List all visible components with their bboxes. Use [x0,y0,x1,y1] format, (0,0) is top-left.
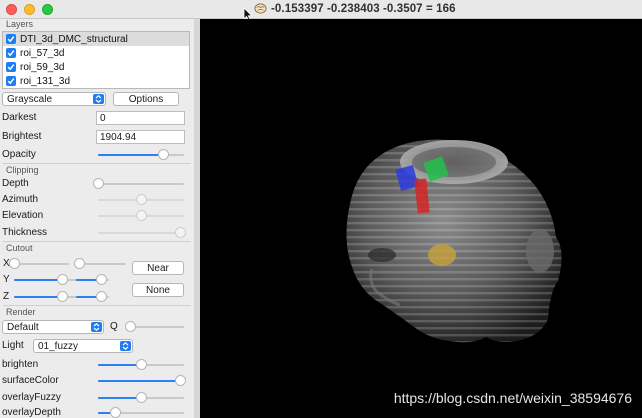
layer-row[interactable]: roi_57_3d [3,46,189,60]
checkmark-icon [7,50,15,57]
depth-slider[interactable] [93,178,184,189]
quality-slider[interactable] [125,321,184,332]
minimize-window-button[interactable] [24,4,35,15]
opacity-slider[interactable] [98,149,184,160]
layer-row[interactable]: DTI_3d_DMC_structural [3,32,189,46]
cutout-x-low-knob[interactable] [9,258,20,269]
cutout-y-high-knob[interactable] [96,274,107,285]
azimuth-label: Azimuth [2,194,39,205]
cutout-z-high-slider[interactable] [76,291,126,302]
cutout-z-label: Z [3,291,10,302]
surface-color-slider-knob[interactable] [175,375,186,386]
layer-label: roi_59_3d [20,61,65,73]
overlay-fuzzy-slider-knob[interactable] [136,392,147,403]
elevation-slider-knob[interactable] [136,210,147,221]
near-button[interactable]: Near [132,261,184,275]
quality-slider-knob[interactable] [125,321,136,332]
layer-visibility-checkbox[interactable] [6,34,16,44]
volume-render-view[interactable]: https://blog.csdn.net/weixin_38594676 [200,19,642,418]
control-panel: Layers DTI_3d_DMC_structural roi_57_3droi… [0,19,194,418]
brightest-field[interactable]: 1904.94 [96,130,185,144]
chevron-updown-icon [91,322,102,332]
layers-section-label: Layers [6,19,34,29]
layer-label: roi_131_3d [20,75,71,87]
overlay-depth-slider[interactable] [98,407,184,418]
checkmark-icon [7,36,15,43]
brighten-slider-knob[interactable] [136,359,147,370]
window-title-wrap: -0.153397 -0.238403 -0.3507 = 166 [254,2,456,15]
light-value: 01_fuzzy [38,340,79,352]
cutout-x-low-slider[interactable] [9,258,69,269]
light-label: Light [2,340,24,351]
elevation-label: Elevation [2,210,44,221]
brighten-label: brighten [2,359,39,370]
elevation-slider[interactable] [98,210,184,221]
chevron-updown-icon [120,341,131,351]
checkmark-icon [7,78,15,85]
overlay-depth-slider-knob[interactable] [110,407,121,418]
none-button[interactable]: None [132,283,184,297]
close-window-button[interactable] [6,4,17,15]
colormap-value: Grayscale [7,93,53,105]
layer-label: DTI_3d_DMC_structural [20,33,128,45]
head-volume-render [346,139,562,343]
overlay-depth-label: overlayDepth [2,407,61,418]
light-select[interactable]: 01_fuzzy [33,339,133,353]
opacity-label: Opacity [2,149,36,160]
render-section-label: Render [6,307,36,317]
chevron-updown-icon [93,94,104,104]
azimuth-slider[interactable] [98,194,184,205]
cutout-z-low-knob[interactable] [57,291,68,302]
cutout-y-label: Y [3,274,10,285]
layer-visibility-checkbox[interactable] [6,76,16,86]
cutout-x-high-knob[interactable] [74,258,85,269]
divider [3,305,191,306]
cutout-section-label: Cutout [6,243,33,253]
layers-list[interactable]: DTI_3d_DMC_structural roi_57_3d roi_59_3dr… [2,31,190,89]
divider [3,163,191,164]
cutout-z-high-knob[interactable] [96,291,107,302]
cutout-y-high-slider[interactable] [76,274,126,285]
depth-slider-knob[interactable] [93,178,104,189]
layer-row[interactable]: roi_59_3d [3,60,189,74]
render-mode-value: Default [7,321,39,333]
window-title: -0.153397 -0.238403 -0.3507 = 166 [271,2,456,15]
cutout-y-low-knob[interactable] [57,274,68,285]
layer-visibility-checkbox[interactable] [6,48,16,58]
options-button[interactable]: Options [113,92,179,106]
title-bar: -0.153397 -0.238403 -0.3507 = 166 [0,0,642,19]
overlay-fuzzy-slider[interactable] [98,392,184,403]
opacity-slider-knob[interactable] [158,149,169,160]
cutout-x-high-slider[interactable] [74,258,126,269]
brightest-label: Brightest [2,131,42,142]
surface-color-label: surfaceColor [2,375,59,386]
thickness-slider[interactable] [98,227,186,238]
darkest-label: Darkest [2,112,37,123]
thickness-label: Thickness [2,227,48,238]
surface-color-slider[interactable] [98,375,186,386]
clipping-section-label: Clipping [6,165,39,175]
watermark-text: https://blog.csdn.net/weixin_38594676 [393,390,632,406]
colormap-select[interactable]: Grayscale [2,92,106,106]
brighten-slider[interactable] [98,359,184,370]
brain-icon [254,3,267,14]
render-mode-select[interactable]: Default [2,320,104,334]
layer-visibility-checkbox[interactable] [6,62,16,72]
thickness-slider-knob[interactable] [175,227,186,238]
azimuth-slider-knob[interactable] [136,194,147,205]
checkmark-icon [7,64,15,71]
quality-label: Q [110,321,118,332]
divider [3,241,191,242]
zoom-window-button[interactable] [42,4,53,15]
depth-label: Depth [2,178,29,189]
layer-label: roi_57_3d [20,47,65,59]
darkest-field[interactable]: 0 [96,111,185,125]
overlay-fuzzy-label: overlayFuzzy [2,392,61,403]
layer-row[interactable]: roi_131_3d [3,74,189,88]
